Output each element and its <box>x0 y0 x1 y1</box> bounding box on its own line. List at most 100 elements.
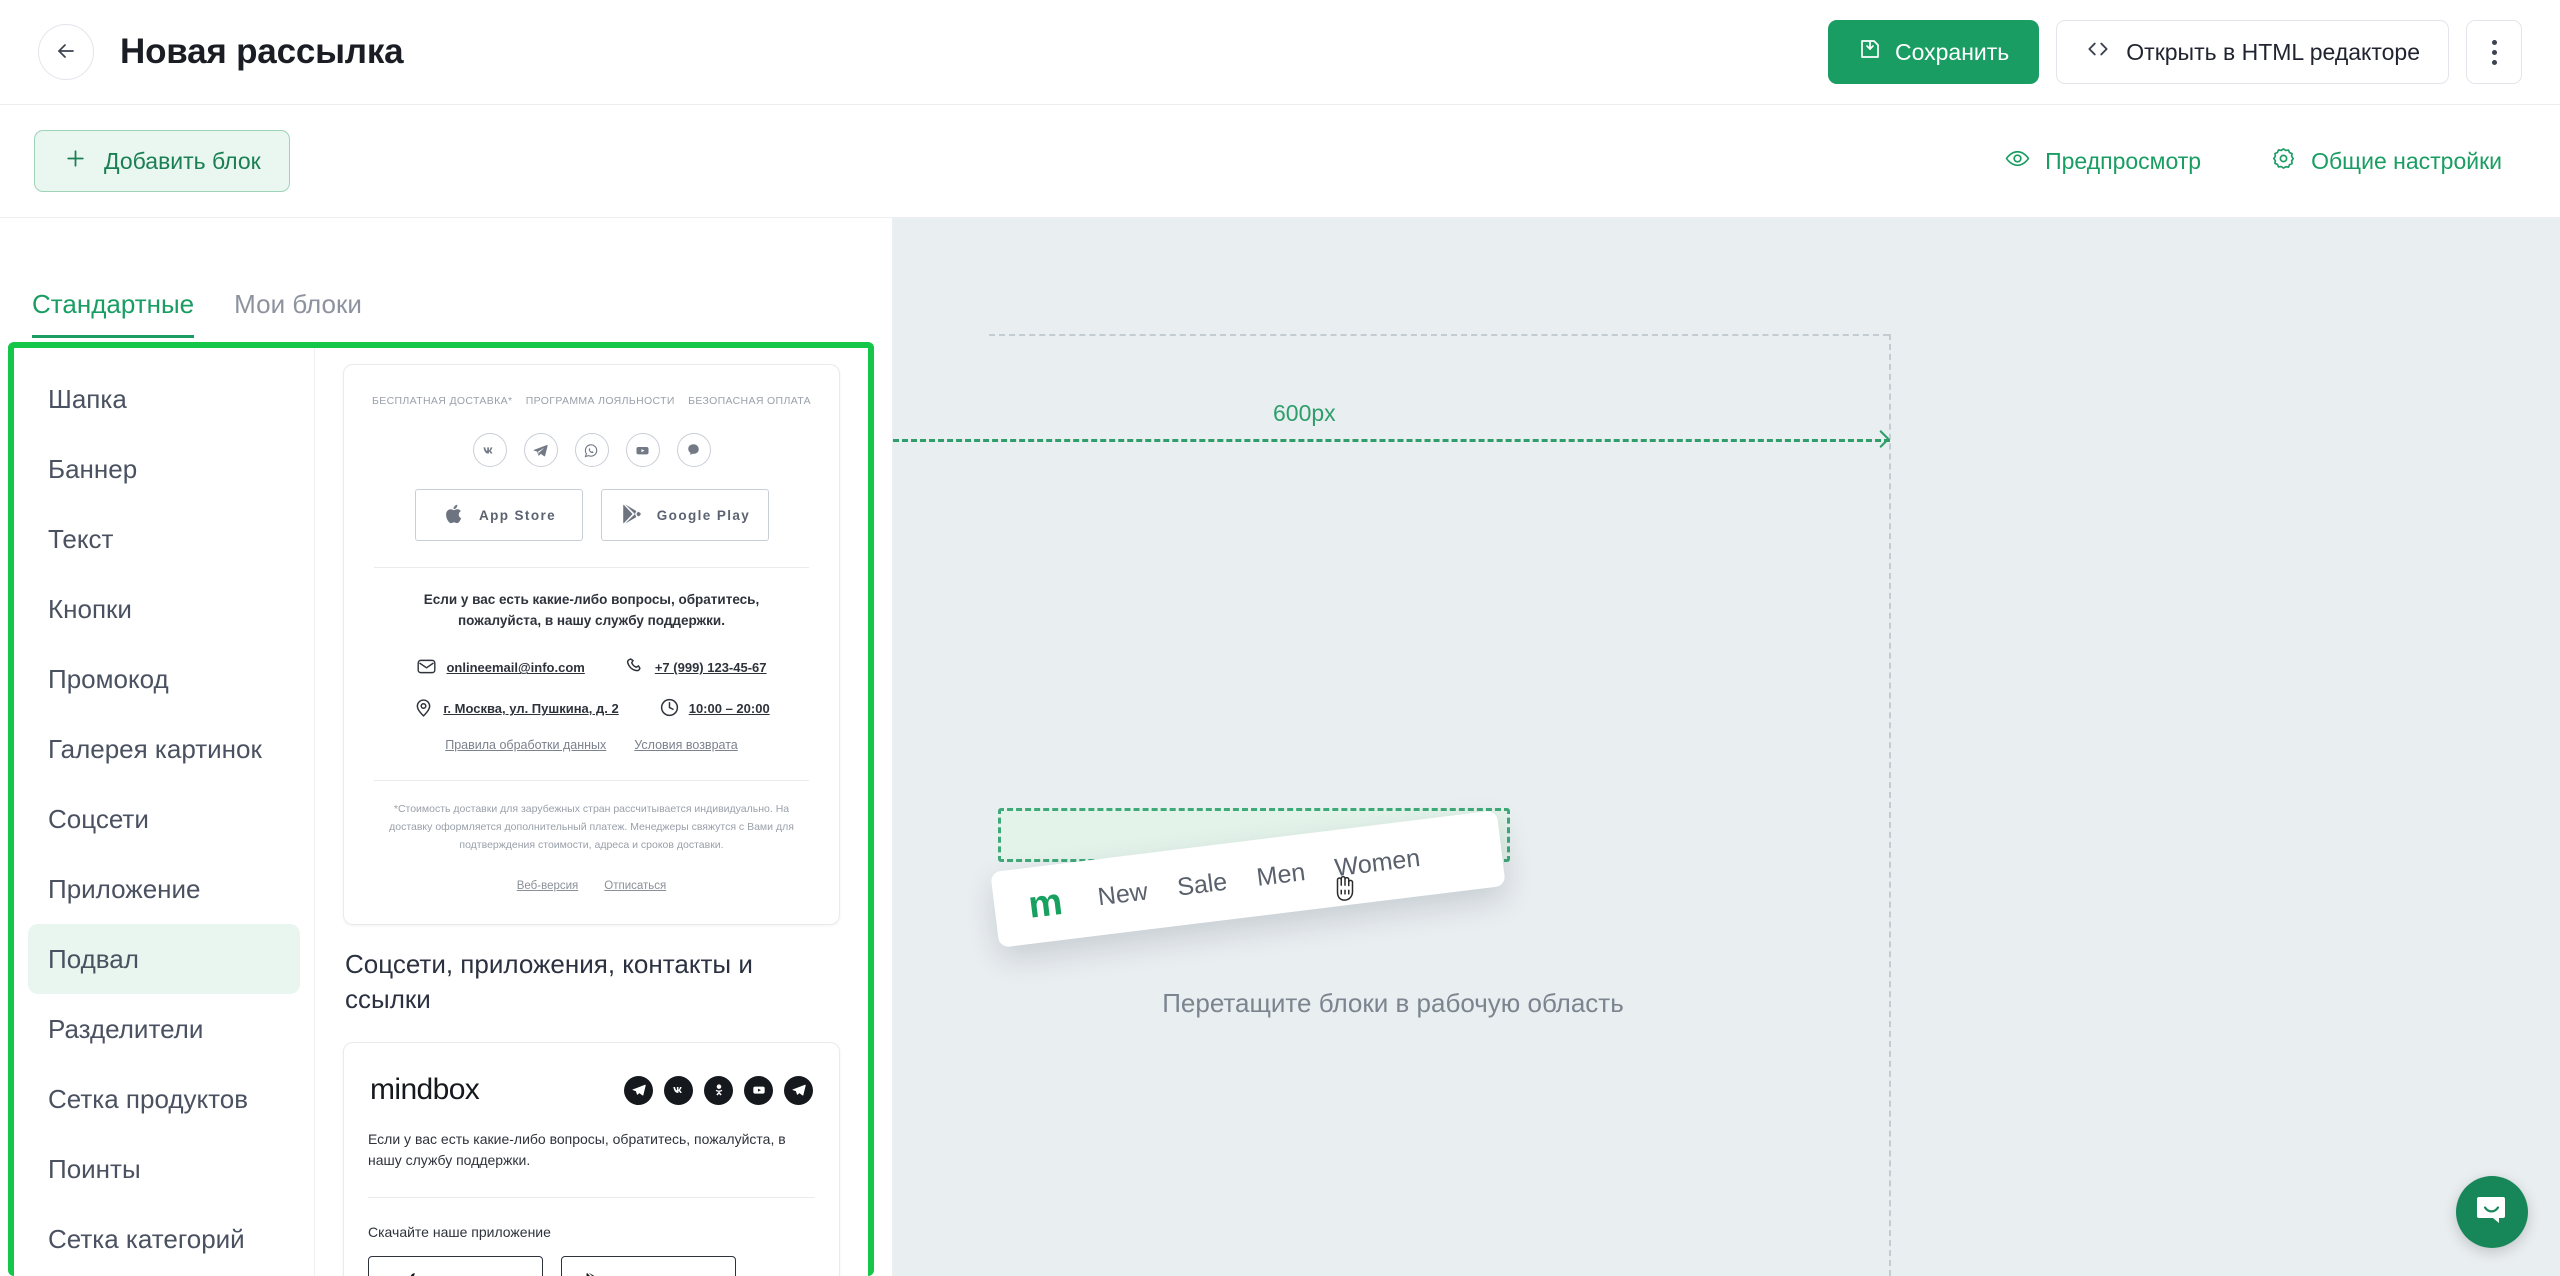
block-item-buttons[interactable]: Кнопки <box>28 574 300 644</box>
drag-ghost-logo: m <box>1026 880 1065 927</box>
viber-icon <box>676 433 711 467</box>
contact-address[interactable]: г. Москва, ул. Пушкина, д. 2 <box>413 697 619 721</box>
more-menu-button[interactable] <box>2466 20 2522 84</box>
page-title: Новая рассылка <box>120 32 404 71</box>
canvas-guide-top <box>989 334 1889 336</box>
apple-icon <box>397 1269 425 1276</box>
whatsapp-icon <box>574 433 609 467</box>
grabbing-hand-cursor <box>1330 871 1360 905</box>
web-version-link[interactable]: Веб-версия <box>517 880 579 892</box>
block-item-product-grid[interactable]: Сетка продуктов <box>28 1064 300 1134</box>
save-button-label: Сохранить <box>1894 38 2010 65</box>
mindbox-support-text: Если у вас есть какие-либо вопросы, обра… <box>368 1131 786 1168</box>
block-preview-caption: Соцсети, приложения, контакты и ссылки <box>345 949 753 1014</box>
arrow-right-icon <box>1871 426 1897 457</box>
blocks-panel: Стандартные Мои блоки Шапка Баннер Текст… <box>0 218 893 1276</box>
open-html-editor-button[interactable]: Открыть в HTML редакторе <box>2056 20 2449 84</box>
policy-link-returns[interactable]: Условия возврата <box>634 738 737 752</box>
block-item-banner[interactable]: Баннер <box>28 434 300 504</box>
telegram-icon <box>784 1075 813 1105</box>
preview-badges: БЕСПЛАТНАЯ ДОСТАВКА* ПРОГРАММА ЛОЯЛЬНОСТ… <box>368 387 815 407</box>
block-library-highlight: Шапка Баннер Текст Кнопки Промокод Галер… <box>8 342 874 1276</box>
odnoklassniki-icon <box>704 1075 733 1105</box>
badge-loyalty: ПРОГРАММА ЛОЯЛЬНОСТИ <box>525 395 675 407</box>
back-button[interactable] <box>38 24 94 80</box>
vertical-dots-icon <box>2491 39 2497 65</box>
block-item-footer[interactable]: Подвал <box>28 924 300 994</box>
mindbox-app-label: Скачайте наше приложение <box>368 1224 551 1240</box>
drag-ghost-nav-new: New <box>1096 876 1150 911</box>
canvas-guide-right <box>1889 334 1891 1276</box>
chat-support-button[interactable] <box>2456 1176 2528 1248</box>
preview-bottom-links: Веб-версия Отписаться <box>368 880 815 892</box>
canvas-width-label: 600px <box>1273 400 1336 426</box>
mindbox-divider <box>368 1197 815 1198</box>
mindbox-store-buttons: App Store Google Play <box>368 1256 815 1276</box>
plus-icon <box>63 146 88 177</box>
contact-email-value: onlineemail@info.com <box>446 660 585 676</box>
editor-toolbar: Добавить блок Предпросмотр Общие настрой… <box>0 105 2560 218</box>
block-item-promocode[interactable]: Промокод <box>28 644 300 714</box>
contact-address-value: г. Москва, ул. Пушкина, д. 2 <box>443 701 619 717</box>
badge-secure-payment: БЕЗОПАСНАЯ ОПЛАТА <box>688 395 811 407</box>
app-store-label: App Store <box>478 507 557 523</box>
google-play-button[interactable]: Google Play <box>561 1256 736 1276</box>
preview-store-buttons: App Store Google Play <box>368 489 815 541</box>
telegram-icon <box>523 433 558 467</box>
policy-link-data[interactable]: Правила обработки данных <box>445 738 606 752</box>
block-item-points[interactable]: Поинты <box>28 1134 300 1204</box>
preview-support-text: Если у вас есть какие-либо вопросы, обра… <box>423 592 760 628</box>
pin-icon <box>413 697 434 721</box>
save-button[interactable]: Сохранить <box>1827 20 2040 84</box>
contact-row-2: г. Москва, ул. Пушкина, д. 2 10:00 – 20:… <box>368 697 815 721</box>
clock-icon <box>659 697 680 721</box>
badge-free-delivery: БЕСПЛАТНАЯ ДОСТАВКА* <box>372 395 513 407</box>
youtube-icon <box>625 433 660 467</box>
preview-button[interactable]: Предпросмотр <box>2005 146 2201 177</box>
block-item-social[interactable]: Соцсети <box>28 784 300 854</box>
contact-hours[interactable]: 10:00 – 20:00 <box>659 697 770 721</box>
youtube-icon <box>744 1075 773 1105</box>
block-preview-list: БЕСПЛАТНАЯ ДОСТАВКА* ПРОГРАММА ЛОЯЛЬНОСТ… <box>314 348 868 1276</box>
mindbox-header: mindbox <box>368 1065 815 1107</box>
save-icon <box>1858 37 1882 67</box>
block-preview-footer-compact[interactable]: mindbox Если у вас есть какие-либо вопро… <box>343 1042 840 1276</box>
open-html-editor-label: Открыть в HTML редакторе <box>2126 38 2420 65</box>
block-item-category-grid[interactable]: Сетка категорий <box>28 1204 300 1274</box>
preview-social-row <box>368 433 815 467</box>
add-block-button[interactable]: Добавить блок <box>34 130 290 192</box>
app-store-button[interactable]: App Store <box>414 489 583 541</box>
apple-icon <box>441 501 467 530</box>
block-item-app[interactable]: Приложение <box>28 854 300 924</box>
contact-row-1: onlineemail@info.com +7 (999) 123-45-67 <box>368 656 815 680</box>
telegram-icon <box>624 1075 653 1105</box>
tab-my-blocks[interactable]: Мои блоки <box>234 289 362 338</box>
toolbar-actions: Предпросмотр Общие настройки <box>2005 146 2526 177</box>
app-store-button[interactable]: App Store <box>368 1256 543 1276</box>
arrow-left-icon <box>54 39 78 66</box>
general-settings-label: Общие настройки <box>2311 147 2502 174</box>
block-item-image-gallery[interactable]: Галерея картинок <box>28 714 300 784</box>
mindbox-social-row <box>624 1075 813 1105</box>
general-settings-button[interactable]: Общие настройки <box>2271 146 2502 177</box>
vk-icon <box>472 433 507 467</box>
mail-icon <box>416 656 437 680</box>
email-canvas[interactable]: 600px m New Sale Men Women Перетащите бл… <box>893 218 2560 1276</box>
tab-standard[interactable]: Стандартные <box>32 289 195 338</box>
contact-phone-value: +7 (999) 123-45-67 <box>654 660 767 676</box>
block-item-text[interactable]: Текст <box>28 504 300 574</box>
preview-policy-links: Правила обработки данных Условия возврат… <box>368 738 815 752</box>
block-preview-footer-full[interactable]: БЕСПЛАТНАЯ ДОСТАВКА* ПРОГРАММА ЛОЯЛЬНОСТ… <box>343 364 840 926</box>
google-play-label: Google Play <box>656 507 751 523</box>
code-brackets-icon <box>2085 36 2111 68</box>
block-item-header[interactable]: Шапка <box>28 364 300 434</box>
app-header: Новая рассылка Сохранить Открыть в HTML … <box>0 0 2560 105</box>
block-item-dividers[interactable]: Разделители <box>28 994 300 1064</box>
blocks-tabs: Стандартные Мои блоки <box>0 218 892 338</box>
contact-email[interactable]: onlineemail@info.com <box>416 656 585 680</box>
contact-phone[interactable]: +7 (999) 123-45-67 <box>625 656 767 680</box>
unsubscribe-link[interactable]: Отписаться <box>604 880 666 892</box>
contact-hours-value: 10:00 – 20:00 <box>688 701 770 717</box>
google-play-button[interactable]: Google Play <box>600 489 769 541</box>
preview-contacts: onlineemail@info.com +7 (999) 123-45-67 <box>368 656 815 752</box>
